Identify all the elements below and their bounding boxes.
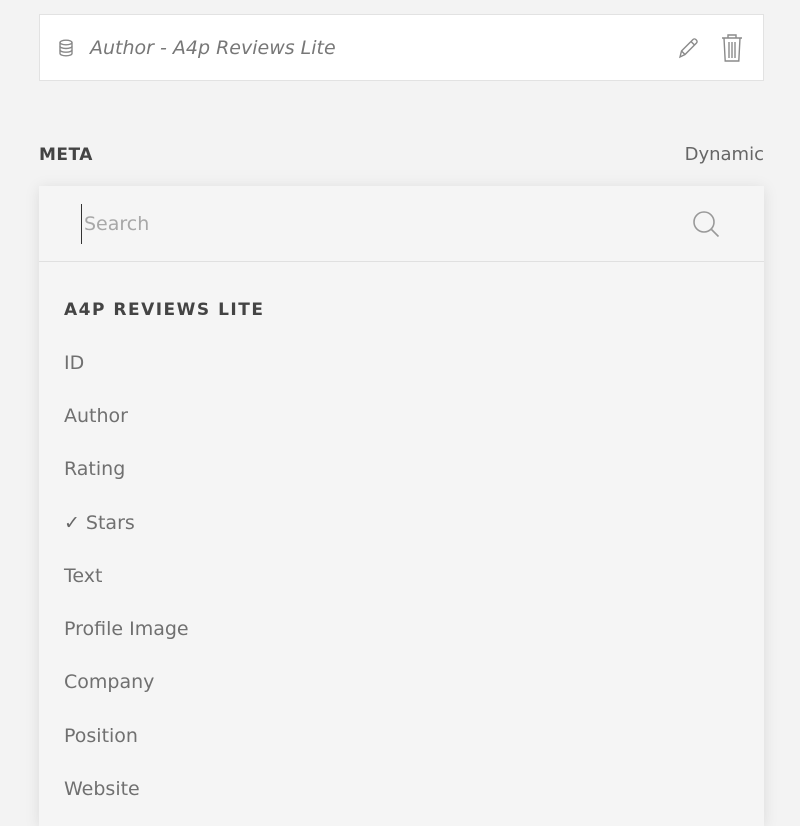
options-list: ID Author Rating ✓ Stars Text Profile Image Com… [64, 336, 189, 816]
option-label: ID [64, 351, 85, 374]
meta-dropdown: A4P REVIEWS LITE ID Author Rating ✓Stars Tex… [39, 186, 764, 826]
search-icon[interactable] [690, 208, 722, 240]
option-label: Profile Image [64, 618, 189, 641]
option-item[interactable]: ✓ Stars [64, 496, 189, 549]
option-label: Website [64, 778, 140, 801]
option-item[interactable]: Text [64, 549, 189, 602]
option-item[interactable]: Profile Image [64, 602, 189, 655]
source-label: Author - A4p Reviews Lite [90, 36, 336, 59]
option-item[interactable]: ID [64, 336, 189, 389]
group-title: A4P REVIEWS LITE [64, 300, 265, 320]
option-item[interactable]: Position [64, 709, 189, 762]
database-icon [58, 39, 76, 57]
option-label: Position [64, 724, 138, 747]
option-label: Rating [64, 458, 126, 481]
search-input[interactable] [81, 203, 690, 244]
meta-label: META [39, 144, 93, 165]
option-label: Text [64, 564, 103, 587]
option-label: Author [64, 404, 128, 427]
check-icon: ✓ [64, 511, 80, 534]
option-item[interactable]: Company [64, 656, 189, 709]
search-bar [39, 186, 764, 262]
option-item[interactable]: Website [64, 762, 189, 815]
option-label: Stars [85, 511, 135, 534]
card-actions [675, 32, 745, 64]
option-label: Company [64, 671, 155, 694]
meta-row: META Dynamic [39, 144, 764, 165]
trash-icon[interactable] [719, 32, 745, 64]
option-item[interactable]: Rating [64, 443, 189, 496]
pencil-icon[interactable] [675, 32, 701, 64]
dynamic-toggle[interactable]: Dynamic [685, 144, 764, 165]
option-item[interactable]: Author [64, 389, 189, 442]
dynamic-source-card: Author - A4p Reviews Lite [39, 14, 764, 81]
